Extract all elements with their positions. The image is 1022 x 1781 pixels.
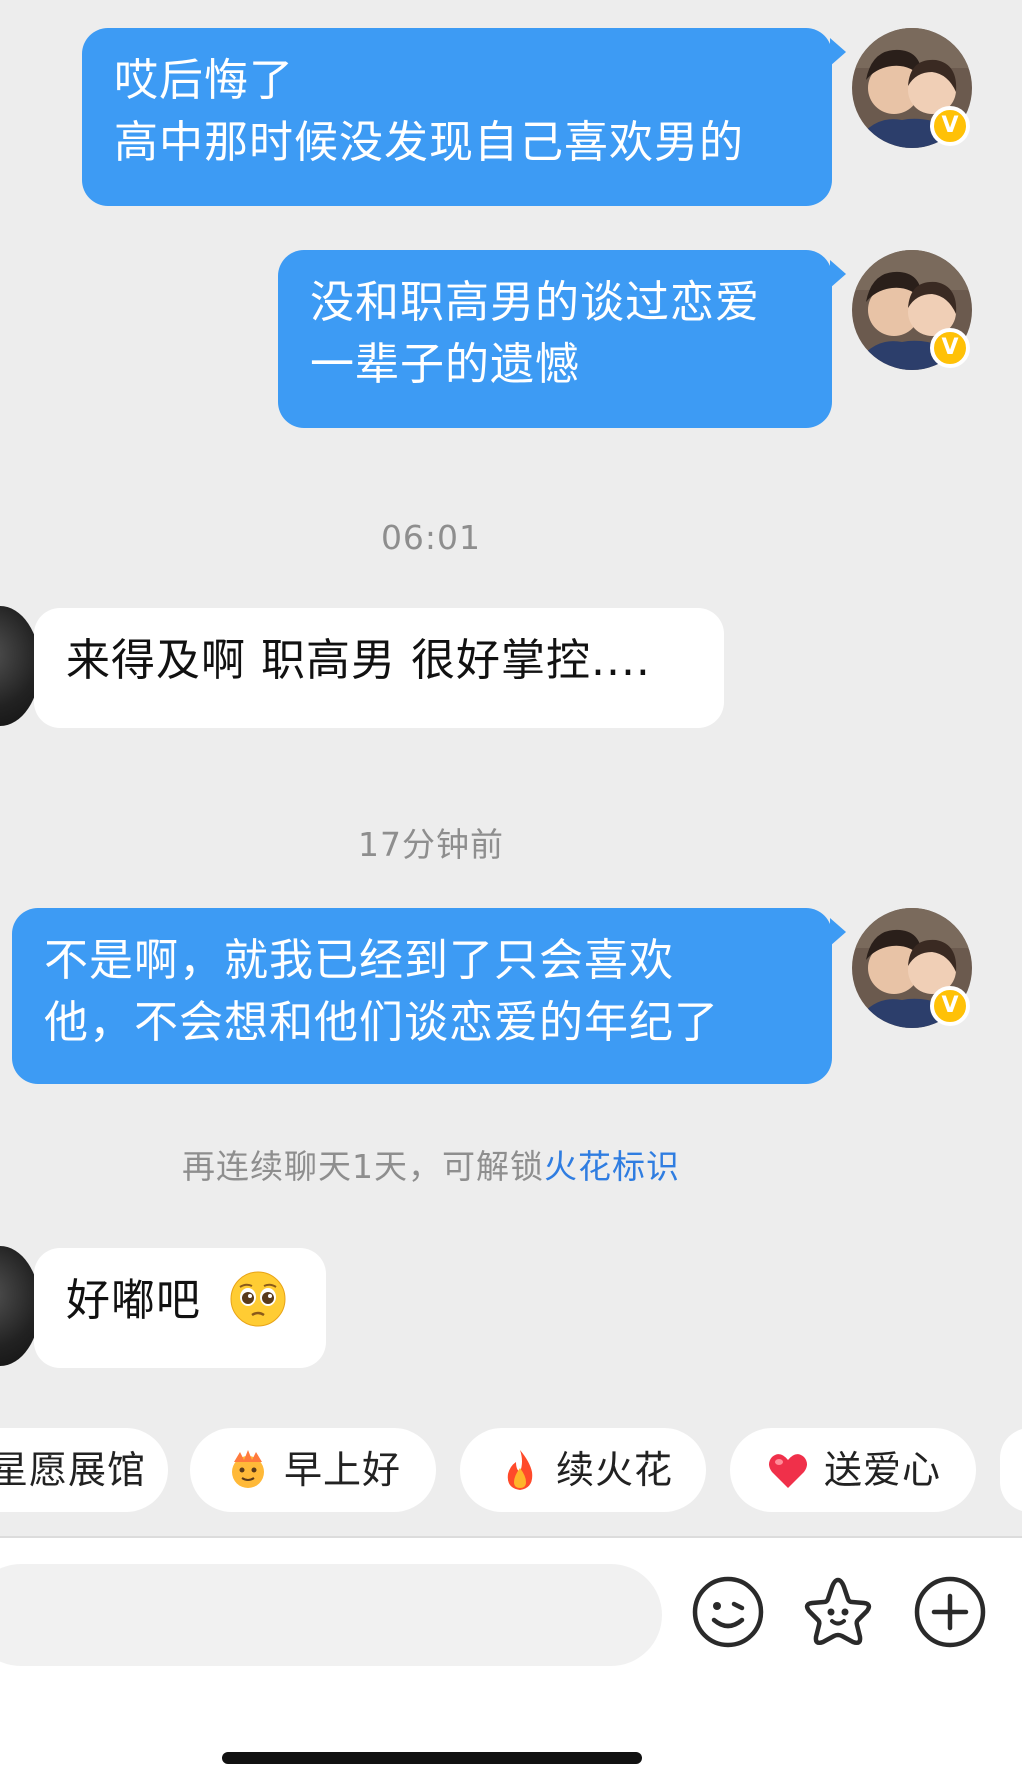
my-avatar[interactable]: V (852, 908, 972, 1028)
bubble-tail (830, 918, 846, 946)
message-bubble-sent[interactable]: 没和职高男的谈过恋爱 一辈子的遗憾 (278, 250, 832, 428)
chip-label: 星愿展馆 (0, 1448, 147, 1492)
chip-label: 送爱心 (824, 1448, 942, 1492)
quick-reply-chip[interactable]: 星愿展馆 (0, 1428, 168, 1512)
verified-badge: V (930, 106, 970, 146)
sun-face-icon (232, 1449, 264, 1488)
verified-badge: V (930, 328, 970, 368)
message-bubble-received[interactable]: 好嘟吧 (34, 1248, 326, 1368)
message-line: 来得及啊 职高男 很好掌控.... (66, 635, 651, 686)
message-line: 高中那时候没发现自己喜欢男的 (114, 117, 744, 168)
fire-icon (507, 1449, 533, 1490)
quick-reply-chip[interactable]: 早上好 (190, 1428, 436, 1512)
message-line-with-emoji: 好嘟吧 (66, 1270, 294, 1332)
heart-icon (769, 1453, 807, 1488)
message-bubble-received[interactable]: 来得及啊 职高男 很好掌控.... (34, 608, 724, 728)
message-line: 一辈子的遗憾 (310, 339, 580, 390)
message-input[interactable] (0, 1564, 662, 1666)
quick-reply-chip[interactable]: 送爱心 (730, 1428, 976, 1512)
message-text: 好嘟吧 (66, 1275, 201, 1326)
timestamp: 17分钟前 (358, 825, 504, 864)
sticker-star-icon[interactable] (800, 1574, 876, 1650)
message-line: 不是啊，就我已经到了只会喜欢 (44, 935, 674, 986)
add-plus-icon[interactable] (912, 1574, 988, 1650)
message-line: 没和职高男的谈过恋爱 (310, 277, 760, 328)
hint-text: 再连续聊天1天，可解锁 (182, 1147, 544, 1186)
bubble-tail (830, 260, 846, 288)
chat-area: 哎后悔了 高中那时候没发现自己喜欢男的 V 没和职高男的谈过恋爱 一辈子的遗憾 (0, 0, 1022, 1535)
spark-unlock-hint: 再连续聊天1天，可解锁火花标识 (0, 1140, 862, 1188)
bubble-tail (830, 38, 846, 66)
message-line: 哎后悔了 (114, 55, 294, 106)
quick-reply-bar: 星愿展馆 早上好 续火花 送爱心 (0, 1428, 1022, 1514)
timestamp: 06:01 (380, 518, 482, 557)
message-bubble-sent[interactable]: 哎后悔了 高中那时候没发现自己喜欢男的 (82, 28, 832, 206)
pleading-face-emoji-icon (230, 1271, 286, 1327)
my-avatar[interactable]: V (852, 28, 972, 148)
chip-label: 续火花 (556, 1448, 674, 1492)
spark-badge-link[interactable]: 火花标识 (544, 1147, 680, 1186)
home-indicator (222, 1752, 642, 1764)
my-avatar[interactable]: V (852, 250, 972, 370)
input-bar (0, 1538, 1022, 1781)
emoji-smile-icon[interactable] (690, 1574, 766, 1650)
quick-reply-chip[interactable]: 续火花 (460, 1428, 706, 1512)
message-line: 他，不会想和他们谈恋爱的年纪了 (44, 997, 719, 1048)
chip-label: 早上好 (284, 1448, 402, 1492)
quick-reply-chip-partial[interactable] (1000, 1428, 1022, 1512)
verified-badge: V (930, 986, 970, 1026)
message-bubble-sent[interactable]: 不是啊，就我已经到了只会喜欢 他，不会想和他们谈恋爱的年纪了 (12, 908, 832, 1084)
